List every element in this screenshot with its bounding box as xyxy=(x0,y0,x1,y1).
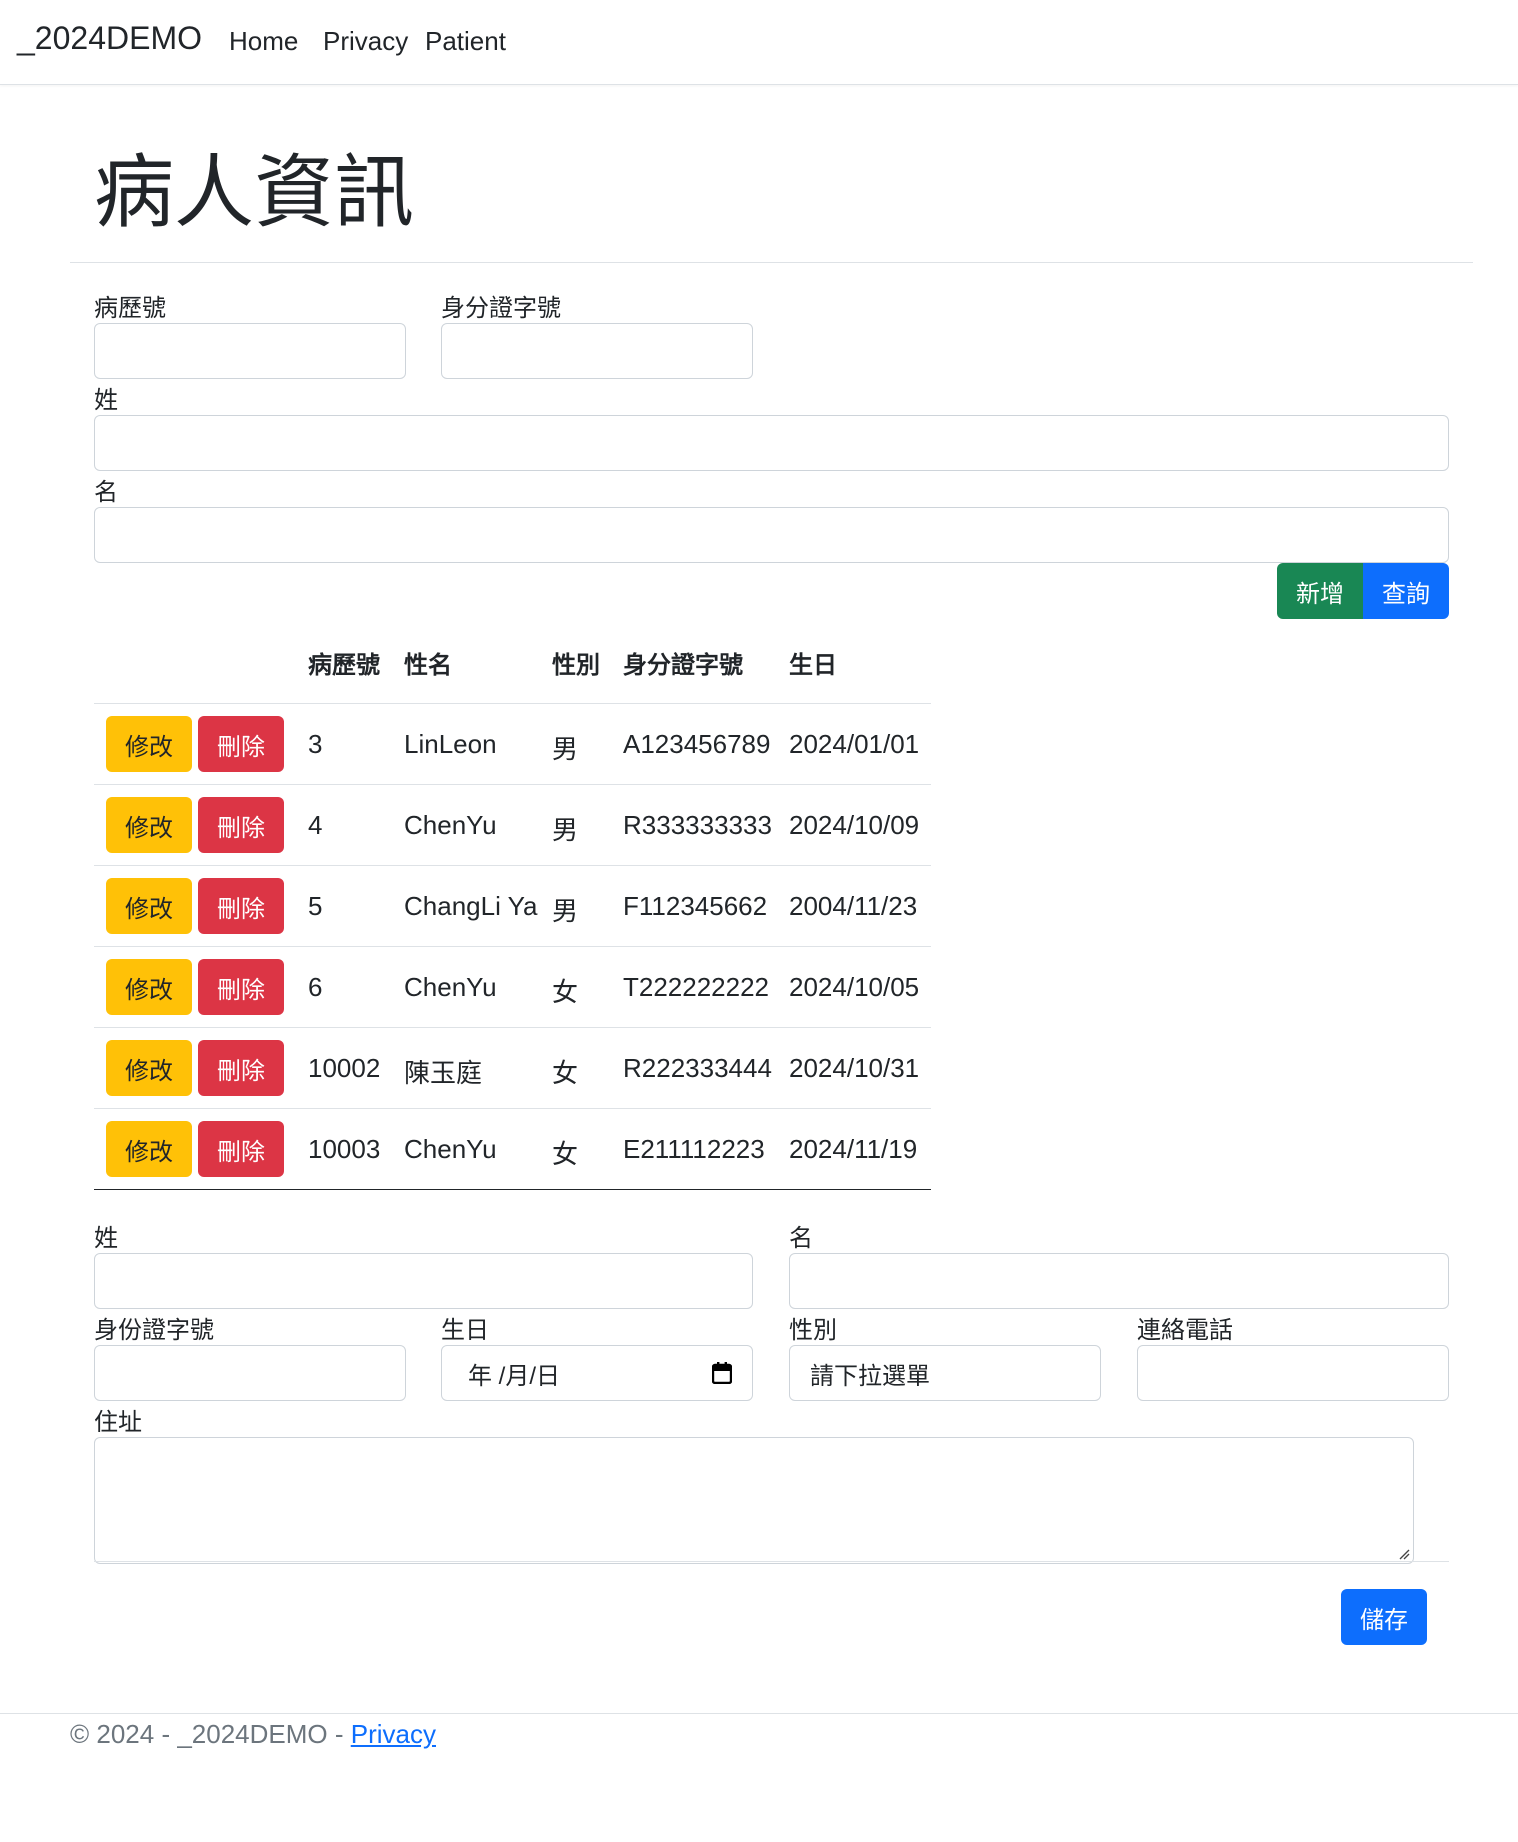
first-name-label: 名 xyxy=(94,479,118,506)
id-no-label: 身分證字號 xyxy=(441,295,561,322)
id-no-input[interactable] xyxy=(441,323,753,379)
address-textarea[interactable] xyxy=(94,1437,1414,1564)
table-row: 修改 刪除 10002 陳玉庭 女 R222333444 2024/10/31 xyxy=(94,1028,931,1109)
footer-divider xyxy=(0,1713,1518,1714)
cell-birthday: 2004/11/23 xyxy=(789,891,918,921)
add-button[interactable]: 新增 xyxy=(1277,563,1363,619)
delete-button[interactable]: 刪除 xyxy=(198,878,284,934)
header-name: 性名 xyxy=(404,652,452,679)
cell-birthday: 2024/01/01 xyxy=(789,729,920,759)
cell-gender: 女 xyxy=(552,1058,579,1088)
delete-button[interactable]: 刪除 xyxy=(198,959,284,1015)
footer-copyright: © 2024 - _2024DEMO - xyxy=(70,1719,351,1749)
nav-link-patient[interactable]: Patient xyxy=(425,26,506,57)
record-no-input[interactable] xyxy=(94,323,406,379)
cell-id-no: E211112223 xyxy=(623,1134,765,1164)
cell-record-no: 4 xyxy=(308,810,323,840)
phone-input[interactable] xyxy=(1137,1345,1449,1401)
cell-record-no: 6 xyxy=(308,972,323,1002)
nav-link-home[interactable]: Home xyxy=(229,26,298,57)
edit-id-no-label: 身份證字號 xyxy=(94,1317,214,1344)
edit-first-name-input[interactable] xyxy=(789,1253,1449,1309)
table-row: 修改 刪除 4 ChenYu 男 R333333333 2024/10/09 xyxy=(94,785,931,866)
header-gender: 性別 xyxy=(552,652,600,679)
cell-record-no: 10003 xyxy=(308,1134,381,1164)
cell-gender: 女 xyxy=(552,977,579,1007)
edit-last-name-input[interactable] xyxy=(94,1253,753,1309)
query-button[interactable]: 查詢 xyxy=(1363,563,1449,619)
cell-name: LinLeon xyxy=(404,729,497,759)
delete-button[interactable]: 刪除 xyxy=(198,1040,284,1096)
header-record-no: 病歷號 xyxy=(308,652,380,679)
table-row: 修改 刪除 3 LinLeon 男 A123456789 2024/01/01 xyxy=(94,704,931,785)
edit-button[interactable]: 修改 xyxy=(106,1121,192,1177)
cell-name: ChangLi Ya xyxy=(404,891,538,921)
cell-name: ChenYu xyxy=(404,1134,497,1164)
header-birthday: 生日 xyxy=(789,652,837,679)
edit-button[interactable]: 修改 xyxy=(106,1040,192,1096)
delete-button[interactable]: 刪除 xyxy=(198,1121,284,1177)
birthday-date-input[interactable]: 年 /月/日 xyxy=(441,1345,753,1401)
table-row: 修改 刪除 10003 ChenYu 女 E211112223 2024/11/… xyxy=(94,1109,931,1190)
calendar-icon[interactable] xyxy=(712,1362,732,1384)
cell-name: ChenYu xyxy=(404,810,497,840)
cell-birthday: 2024/10/09 xyxy=(789,810,920,840)
gender-label: 性別 xyxy=(789,1317,837,1344)
cell-id-no: R333333333 xyxy=(623,810,772,840)
edit-button[interactable]: 修改 xyxy=(106,797,192,853)
cell-record-no: 5 xyxy=(308,891,323,921)
cell-birthday: 2024/11/19 xyxy=(789,1134,918,1164)
birthday-label: 生日 xyxy=(441,1317,489,1344)
last-name-label: 姓 xyxy=(94,387,118,414)
record-no-label: 病歷號 xyxy=(94,295,166,322)
form-divider xyxy=(94,1561,1449,1562)
nav-link-privacy[interactable]: Privacy xyxy=(323,26,408,57)
table-row: 修改 刪除 6 ChenYu 女 T222222222 2024/10/05 xyxy=(94,947,931,1028)
edit-last-name-label: 姓 xyxy=(94,1225,118,1252)
cell-record-no: 3 xyxy=(308,729,323,759)
table-row: 修改 刪除 5 ChangLi Ya 男 F112345662 2004/11/… xyxy=(94,866,931,947)
cell-birthday: 2024/10/05 xyxy=(789,972,920,1002)
edit-button[interactable]: 修改 xyxy=(106,716,192,772)
cell-gender: 男 xyxy=(552,734,579,764)
footer-privacy-link[interactable]: Privacy xyxy=(351,1719,436,1749)
header-id-no: 身分證字號 xyxy=(623,652,743,679)
cell-record-no: 10002 xyxy=(308,1053,381,1083)
cell-gender: 男 xyxy=(552,815,579,845)
footer: © 2024 - _2024DEMO - Privacy xyxy=(70,1719,436,1750)
cell-gender: 女 xyxy=(552,1139,579,1169)
cell-id-no: T222222222 xyxy=(623,972,770,1002)
first-name-input[interactable] xyxy=(94,507,1449,563)
address-label: 住址 xyxy=(94,1409,142,1436)
title-divider xyxy=(70,262,1473,263)
delete-button[interactable]: 刪除 xyxy=(198,797,284,853)
last-name-input[interactable] xyxy=(94,415,1449,471)
delete-button[interactable]: 刪除 xyxy=(198,716,284,772)
cell-id-no: A123456789 xyxy=(623,729,771,759)
brand-link[interactable]: _2024DEMO xyxy=(17,20,202,57)
save-button[interactable]: 儲存 xyxy=(1341,1589,1427,1645)
navbar: _2024DEMO Home Privacy Patient xyxy=(0,0,1518,85)
cell-id-no: R222333444 xyxy=(623,1053,772,1083)
birthday-placeholder: 年 /月/日 xyxy=(468,1362,561,1390)
cell-id-no: F112345662 xyxy=(623,891,768,921)
cell-gender: 男 xyxy=(552,896,579,926)
gender-select[interactable]: 請下拉選單 xyxy=(789,1345,1101,1401)
phone-label: 連絡電話 xyxy=(1137,1317,1233,1344)
cell-name: ChenYu xyxy=(404,972,497,1002)
edit-first-name-label: 名 xyxy=(789,1225,813,1252)
gender-select-value: 請下拉選單 xyxy=(810,1362,930,1390)
edit-id-no-input[interactable] xyxy=(94,1345,406,1401)
edit-button[interactable]: 修改 xyxy=(106,959,192,1015)
resize-grip-icon[interactable] xyxy=(1398,1548,1410,1560)
edit-button[interactable]: 修改 xyxy=(106,878,192,934)
cell-name: 陳玉庭 xyxy=(404,1058,483,1088)
cell-birthday: 2024/10/31 xyxy=(789,1053,920,1083)
page-title: 病人資訊 xyxy=(94,148,414,237)
